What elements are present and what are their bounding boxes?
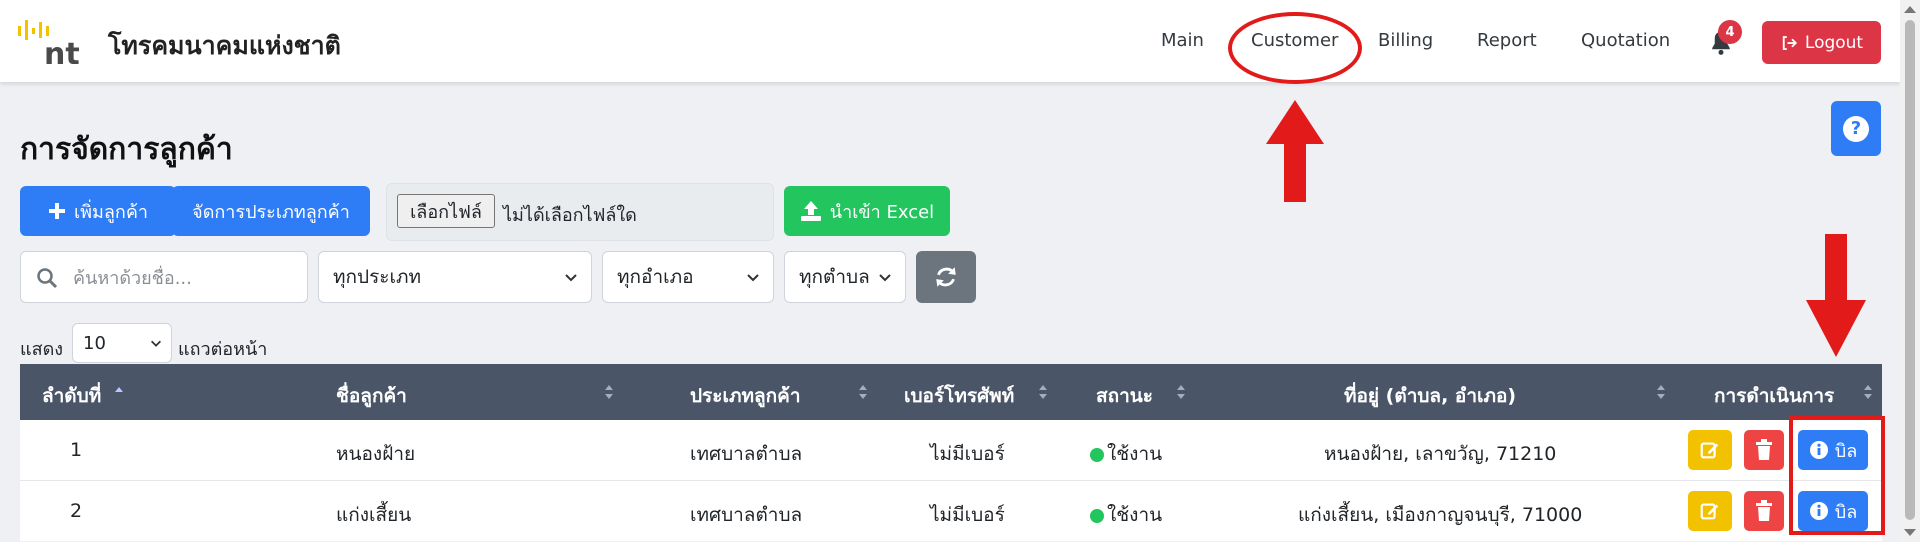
annotation-down-arrow-icon — [1806, 234, 1866, 357]
nav-quotation[interactable]: Quotation — [1581, 30, 1670, 51]
header-phone[interactable]: เบอร์โทรศัพท์ — [904, 381, 1014, 411]
sort-icon[interactable] — [604, 380, 614, 404]
logout-icon — [1782, 35, 1797, 50]
cell-address: หนองฝ้าย, เลาขวัญ, 71210 — [1324, 443, 1557, 465]
question-icon: ? — [1843, 115, 1869, 142]
sort-icon[interactable] — [1656, 380, 1666, 404]
header-address[interactable]: ที่อยู่ (ตำบล, อำเภอ) — [1344, 381, 1516, 411]
table-row: 1 หนองฝ้าย เทศบาลตำบล ไม่มีเบอร์ ใช้งาน … — [20, 420, 1882, 481]
logo-text: nt — [44, 37, 80, 66]
file-upload: เลือกไฟล์ ไม่ได้เลือกไฟล์ใด — [386, 183, 774, 241]
page-scrollbar[interactable] — [1900, 0, 1920, 542]
annotation-box — [1789, 416, 1885, 535]
header-type[interactable]: ประเภทลูกค้า — [690, 381, 801, 411]
cell-type: เทศบาลตำบล — [690, 504, 803, 526]
chevron-down-icon — [565, 274, 577, 282]
subdistrict-select-value: ทุกตำบล — [799, 266, 870, 288]
table-row: 2 แก่งเสี้ยน เทศบาลตำบล ไม่มีเบอร์ ใช้งา… — [20, 481, 1882, 541]
chevron-down-icon — [151, 340, 161, 347]
rows-per-page-label: แถวต่อหน้า — [178, 339, 268, 360]
manage-customer-types-button[interactable]: จัดการประเภทลูกค้า — [172, 186, 370, 236]
nt-logo[interactable]: nt — [18, 18, 98, 72]
cell-status: ใช้งาน — [1090, 500, 1162, 530]
type-select-value: ทุกประเภท — [333, 266, 422, 288]
add-customer-label: เพิ่มลูกค้า — [74, 201, 148, 223]
rows-per-page-value: 10 — [83, 332, 106, 354]
scroll-up-arrow-icon[interactable] — [1904, 6, 1916, 13]
status-text: ใช้งาน — [1107, 504, 1163, 526]
delete-button[interactable] — [1744, 491, 1784, 531]
help-button[interactable]: ? — [1831, 101, 1881, 156]
type-select[interactable]: ทุกประเภท — [318, 251, 592, 303]
add-customer-button[interactable]: เพิ่มลูกค้า — [20, 186, 176, 236]
status-dot-icon — [1090, 447, 1104, 462]
nav-report[interactable]: Report — [1477, 30, 1537, 51]
sort-icon[interactable] — [1176, 380, 1186, 404]
page-title: การจัดการลูกค้า — [20, 132, 233, 167]
choose-file-button[interactable]: เลือกไฟล์ — [397, 194, 495, 228]
cell-phone: ไม่มีเบอร์ — [930, 443, 1005, 465]
district-select-value: ทุกอำเภอ — [617, 266, 694, 288]
show-label: แสดง — [20, 339, 64, 360]
search-input[interactable] — [71, 264, 315, 292]
cell-address: แก่งเสี้ยน, เมืองกาญจนบุรี, 71000 — [1298, 504, 1583, 526]
delete-button[interactable] — [1744, 430, 1784, 470]
edit-icon — [1700, 503, 1719, 520]
sort-icon[interactable] — [1038, 380, 1048, 404]
sort-icon[interactable] — [1863, 380, 1873, 404]
annotation-up-arrow-icon — [1266, 100, 1324, 202]
notification-badge: 4 — [1718, 20, 1742, 44]
table-header: ลำดับที่ ชื่อลูกค้า ประเภทลูกค้า เบอร์โท… — [20, 364, 1882, 420]
import-excel-label: นำเข้า Excel — [829, 201, 935, 223]
nav-main[interactable]: Main — [1161, 30, 1204, 51]
cell-status: ใช้งาน — [1090, 439, 1162, 469]
cell-no: 2 — [70, 500, 83, 522]
edit-button[interactable] — [1688, 491, 1732, 531]
subdistrict-select[interactable]: ทุกตำบล — [784, 251, 906, 303]
header-actions[interactable]: การดำเนินการ — [1714, 381, 1834, 411]
search-field[interactable] — [20, 251, 315, 303]
sort-asc-icon[interactable] — [114, 380, 124, 404]
header-name[interactable]: ชื่อลูกค้า — [336, 381, 407, 411]
nav-billing[interactable]: Billing — [1378, 30, 1433, 51]
cell-no: 1 — [70, 439, 83, 461]
top-navbar: nt โทรคมนาคมแห่งชาติ Main Customer Billi… — [0, 0, 1900, 82]
scroll-down-arrow-icon[interactable] — [1904, 529, 1916, 536]
upload-icon — [800, 201, 821, 221]
logout-label: Logout — [1804, 32, 1864, 53]
edit-button[interactable] — [1688, 430, 1732, 470]
header-status[interactable]: สถานะ — [1096, 381, 1153, 411]
refresh-icon — [936, 267, 956, 287]
trash-icon — [1756, 439, 1772, 460]
sort-icon[interactable] — [858, 380, 868, 404]
chevron-down-icon — [747, 274, 759, 282]
trash-icon — [1756, 500, 1772, 521]
district-select[interactable]: ทุกอำเภอ — [602, 251, 774, 303]
rows-per-page-select[interactable]: 10 — [72, 323, 172, 363]
logout-button[interactable]: Logout — [1762, 21, 1881, 64]
scrollbar-thumb[interactable] — [1905, 20, 1915, 520]
annotation-ellipse — [1228, 12, 1362, 84]
search-icon — [37, 268, 58, 289]
cell-type: เทศบาลตำบล — [690, 443, 803, 465]
status-dot-icon — [1090, 508, 1104, 523]
status-text: ใช้งาน — [1107, 443, 1163, 465]
cell-phone: ไม่มีเบอร์ — [930, 504, 1005, 526]
plus-icon — [49, 203, 66, 219]
import-excel-button[interactable]: นำเข้า Excel — [784, 186, 950, 236]
cell-name: แก่งเสี้ยน — [336, 504, 412, 526]
manage-customer-types-label: จัดการประเภทลูกค้า — [192, 201, 350, 223]
brand-name: โทรคมนาคมแห่งชาติ — [108, 31, 341, 60]
header-no[interactable]: ลำดับที่ — [42, 381, 101, 411]
file-status: ไม่ได้เลือกไฟล์ใด — [503, 205, 637, 226]
edit-icon — [1700, 442, 1719, 459]
cell-name: หนองฝ้าย — [336, 443, 416, 465]
refresh-button[interactable] — [916, 251, 976, 303]
chevron-down-icon — [879, 274, 891, 282]
